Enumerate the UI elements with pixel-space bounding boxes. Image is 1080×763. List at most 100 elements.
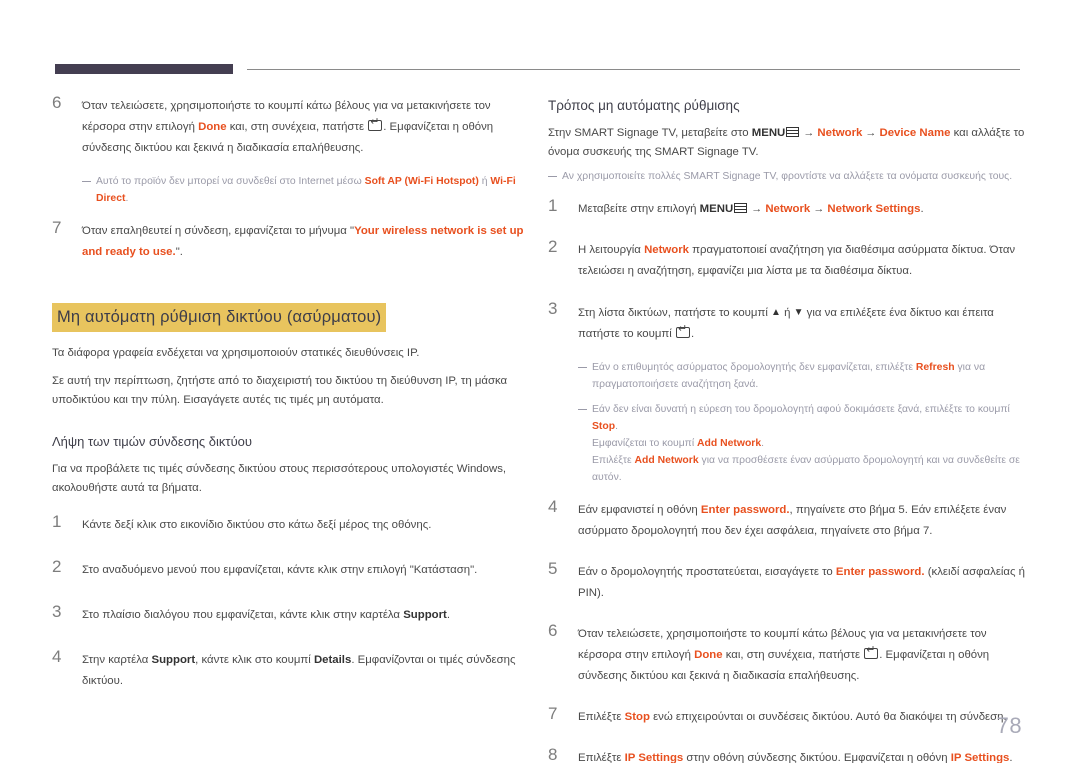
note-text-segment: ή — [478, 176, 491, 187]
paragraph: Τα διάφορα γραφεία ενδέχεται να χρησιμοπ… — [52, 347, 420, 359]
keyword-network: Network — [765, 203, 811, 215]
step-text-segment: Στην καρτέλα — [82, 654, 152, 666]
note-text-segment: . — [615, 421, 618, 432]
step-text: Μεταβείτε στην επιλογή MENU → Network → … — [578, 203, 924, 215]
enter-key-icon — [368, 117, 383, 131]
arrow-separator: → — [748, 203, 766, 215]
paragraph: Στην SMART Signage TV, μεταβείτε στο MEN… — [548, 124, 1033, 162]
keyword-network: Network — [644, 244, 690, 256]
step-text-segment: Όταν επαληθευτεί η σύνδεση, εμφανίζεται … — [82, 225, 355, 237]
note-text-segment: Εάν δεν είναι δυνατή η εύρεση του δρομολ… — [592, 404, 1010, 415]
step-number: 1 — [548, 196, 558, 215]
menu-grid-icon — [786, 127, 800, 137]
step-text: Κάντε δεξί κλικ στο εικονίδιο δικτύου στ… — [82, 519, 432, 531]
step-text-segment: . — [920, 203, 924, 215]
step-text-segment: Επιλέξτε — [578, 711, 625, 723]
note-block: Αυτό το προϊόν δεν μπορεί να συνδεθεί στ… — [82, 173, 537, 207]
step-text: Όταν επαληθευτεί η σύνδεση, εμφανίζεται … — [82, 225, 524, 258]
step-number: 6 — [548, 621, 558, 640]
step-number: 7 — [52, 218, 62, 237]
step-text-segment: Εάν ο δρομολογητής προστατεύεται, εισαγά… — [578, 566, 836, 578]
step-item: 7 Επιλέξτε Stop ενώ επιχειρούνται οι συν… — [548, 704, 1033, 728]
keyword-menu: MENU — [751, 127, 786, 139]
header-rule-line — [247, 69, 1020, 70]
step-text-segment: Η λειτουργία — [578, 244, 645, 256]
note-line: Επιλέξτε Add Network για να προσθέσετε έ… — [592, 452, 1033, 486]
arrow-separator: → — [800, 127, 818, 139]
step-number: 5 — [548, 559, 558, 578]
note-text-segment: Επιλέξτε — [592, 455, 635, 466]
step-text: Εάν ο δρομολογητής προστατεύεται, εισαγά… — [578, 566, 1025, 599]
step-text: Στη λίστα δικτύων, πατήστε το κουμπί ▲ ή… — [578, 307, 994, 340]
note-line: Εμφανίζεται το κουμπί Add Network. — [592, 435, 1033, 452]
arrow-separator: → — [862, 127, 880, 139]
step-number: 1 — [52, 512, 62, 531]
step-text: Στο αναδυόμενο μενού που εμφανίζεται, κά… — [82, 564, 478, 576]
step-number: 3 — [52, 602, 62, 621]
page-header — [55, 64, 1020, 76]
keyword-device-name: Device Name — [879, 127, 951, 139]
section-heading: Τρόπος μη αυτόματης ρύθμισης — [548, 98, 740, 113]
step-text: Η λειτουργία Network πραγματοποιεί αναζή… — [578, 244, 1015, 277]
subsection-heading: Λήψη των τιμών σύνδεσης δικτύου — [52, 434, 253, 449]
note-text-segment: . — [125, 193, 129, 204]
note-block: Αν χρησιμοποιείτε πολλές SMART Signage T… — [548, 168, 1033, 185]
step-number: 4 — [548, 497, 558, 516]
paragraph: Για να προβάλετε τις τιμές σύνδεσης δικτ… — [52, 463, 507, 494]
step-text-segment: ή — [780, 307, 794, 319]
keyword-network: Network — [817, 127, 863, 139]
step-number: 2 — [548, 237, 558, 256]
step-text-segment: . — [690, 328, 695, 340]
header-accent-bar — [55, 64, 233, 74]
step-item: 4 Εάν εμφανιστεί η οθόνη Enter password.… — [548, 497, 1033, 542]
section-heading-highlighted: Μη αυτόματη ρύθμιση δικτύου (ασύρματου) — [52, 303, 387, 332]
note-text-segment: Εμφανίζεται το κουμπί — [592, 438, 698, 449]
step-text-segment: και, στη συνέχεια, πατήστε — [722, 649, 864, 661]
step-item: 6 Όταν τελειώσετε, χρησιμοποιήστε το κου… — [52, 93, 537, 159]
step-number: 7 — [548, 704, 558, 723]
step-text: Επιλέξτε IP Settings στην οθόνη σύνδεσης… — [578, 752, 1013, 763]
step-item: 2 Στο αναδυόμενο μενού που εμφανίζεται, … — [52, 557, 537, 581]
keyword-stop: Stop — [592, 421, 616, 432]
page-number: 78 — [996, 713, 1022, 738]
step-text: Όταν τελειώσετε, χρησιμοποιήστε το κουμπ… — [578, 628, 989, 682]
step-text: Εάν εμφανιστεί η οθόνη Enter password., … — [578, 504, 1006, 537]
step-item: 1 Μεταβείτε στην επιλογή MENU → Network … — [548, 196, 1033, 220]
note-text-segment: Αυτό το προϊόν δεν μπορεί να συνδεθεί στ… — [96, 176, 365, 187]
step-text-segment: Επιλέξτε — [578, 752, 625, 763]
arrow-up-icon: ▲ — [771, 307, 781, 318]
keyword-stop: Stop — [624, 711, 650, 723]
step-text-segment: . — [1009, 752, 1013, 763]
keyword-enter-password: Enter password. — [835, 566, 925, 578]
keyword-add-network: Add Network — [697, 438, 762, 449]
step-item: 4 Στην καρτέλα Support, κάντε κλικ στο κ… — [52, 647, 537, 692]
keyword-soft-ap: Soft AP (Wi-Fi Hotspot) — [364, 176, 479, 187]
step-item: 6 Όταν τελειώσετε, χρησιμοποιήστε το κου… — [548, 621, 1033, 687]
step-item: 3 Στο πλαίσιο διαλόγου που εμφανίζεται, … — [52, 602, 537, 626]
enter-key-icon — [675, 324, 690, 338]
keyword-done: Done — [198, 121, 227, 133]
note-block: Εάν δεν είναι δυνατή η εύρεση του δρομολ… — [578, 401, 1033, 486]
menu-grid-icon — [734, 203, 748, 213]
paragraph: Σε αυτή την περίπτωση, ζητήστε από το δι… — [52, 375, 508, 406]
step-text-segment: . — [446, 609, 451, 621]
note-block: Εάν ο επιθυμητός ασύρματος δρομολογητής … — [578, 359, 1033, 393]
right-column: Τρόπος μη αυτόματης ρύθμισης Στην SMART … — [548, 96, 1033, 763]
step-item: 2 Η λειτουργία Network πραγματοποιεί ανα… — [548, 237, 1033, 282]
step-text-segment: και, στη συνέχεια, πατήστε — [226, 121, 368, 133]
section-heading-wrapper: Μη αυτόματη ρύθμιση δικτύου (ασύρματου) — [52, 277, 537, 344]
arrow-down-icon: ▼ — [793, 307, 804, 318]
step-text-segment: Μεταβείτε στην επιλογή — [578, 203, 700, 215]
document-page: 6 Όταν τελειώσετε, χρησιμοποιήστε το κου… — [0, 0, 1080, 763]
arrow-separator: → — [810, 203, 828, 215]
step-text-segment: Στη λίστα δικτύων, πατήστε το κουμπί — [578, 307, 772, 319]
paragraph-segment: Στην SMART Signage TV, μεταβείτε στο — [548, 127, 752, 139]
step-text-segment: ". — [175, 246, 183, 258]
step-item: 5 Εάν ο δρομολογητής προστατεύεται, εισα… — [548, 559, 1033, 604]
keyword-network-settings: Network Settings — [827, 203, 921, 215]
left-column: 6 Όταν τελειώσετε, χρησιμοποιήστε το κου… — [52, 93, 537, 706]
step-number: 2 — [52, 557, 62, 576]
keyword-support: Support — [403, 609, 447, 621]
keyword-add-network: Add Network — [634, 455, 699, 466]
step-text: Όταν τελειώσετε, χρησιμοποιήστε το κουμπ… — [82, 100, 493, 154]
